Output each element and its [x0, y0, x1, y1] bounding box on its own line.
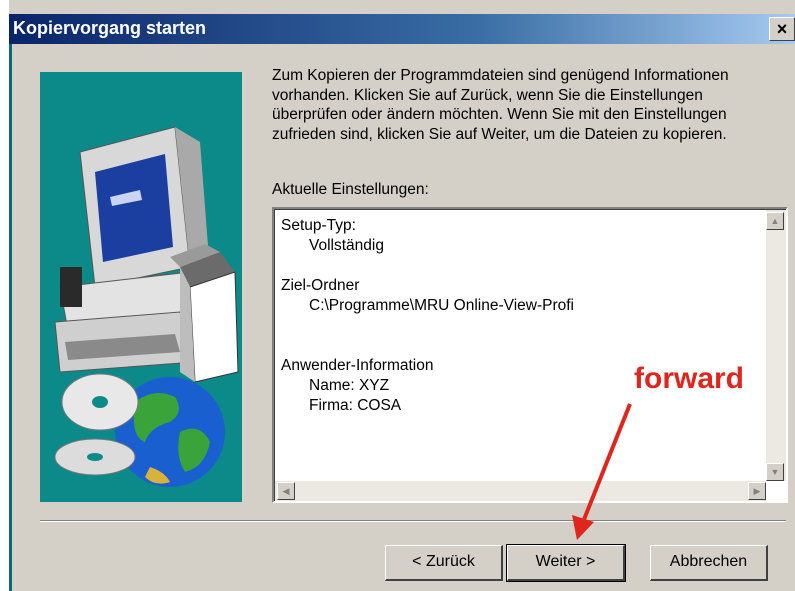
settings-listbox[interactable]: Setup-Typ: Vollständig Ziel-Ordner C:\Pr… — [272, 207, 788, 503]
cancel-button[interactable]: Abbrechen — [650, 545, 768, 581]
close-button[interactable]: × — [769, 17, 795, 41]
setup-type-value: Vollständig — [309, 237, 384, 254]
window-left-border — [9, 44, 12, 591]
intro-text: Zum Kopieren der Programmdateien sind ge… — [272, 67, 729, 143]
current-settings-label: Aktuelle Einstellungen: — [272, 181, 429, 198]
scroll-right-icon[interactable]: ▶ — [748, 482, 766, 500]
user-company: Firma: COSA — [309, 397, 402, 414]
annotation-label: forward — [634, 362, 745, 395]
setup-dialog: Kopiervorgang starten × Zum Kopieren der… — [9, 0, 795, 591]
scroll-up-icon[interactable]: ▲ — [766, 212, 784, 230]
user-info-label: Anwender-Information — [281, 357, 434, 374]
window-title: Kopiervorgang starten — [13, 18, 207, 38]
scroll-left-icon[interactable]: ◀ — [277, 482, 295, 500]
settings-content: Setup-Typ: Vollständig Ziel-Ordner C:\Pr… — [281, 216, 574, 416]
separator — [40, 520, 786, 522]
close-icon: × — [776, 19, 788, 39]
vertical-scrollbar[interactable]: ▲ ▼ — [766, 210, 786, 481]
setup-type-label: Setup-Typ: — [281, 217, 356, 234]
back-button[interactable]: < Zurück — [385, 545, 503, 581]
target-folder-value: C:\Programme\MRU Online-View-Profi — [309, 297, 574, 314]
next-button[interactable]: Weiter > — [506, 544, 626, 582]
box-icon — [170, 244, 239, 383]
horizontal-scrollbar[interactable]: ◀ ▶ — [275, 481, 766, 501]
user-name: Name: XYZ — [309, 377, 390, 394]
target-folder-label: Ziel-Ordner — [281, 277, 360, 294]
scroll-down-icon[interactable]: ▼ — [766, 463, 784, 481]
setup-illustration — [40, 72, 242, 502]
title-bar: Kopiervorgang starten × — [9, 14, 795, 44]
